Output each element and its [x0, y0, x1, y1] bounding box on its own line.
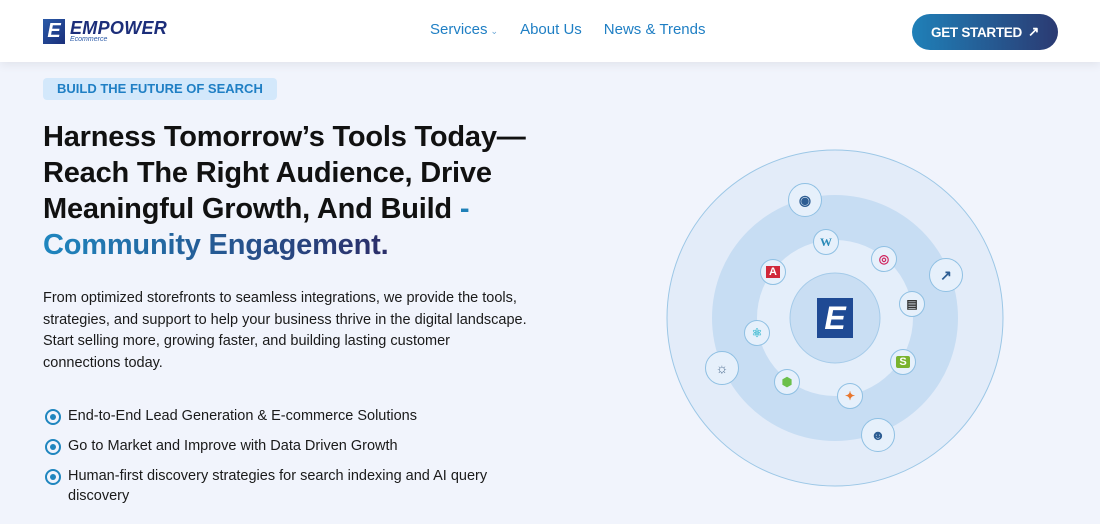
hero-description: From optimized storefronts to seamless i… [43, 288, 527, 375]
title-line: Harness Tomorrow’s Tools Today— [43, 121, 526, 153]
radio-bullet-icon [45, 439, 61, 455]
logo-name: EMPOWER [70, 18, 168, 38]
description-line: connections today. [43, 355, 163, 372]
shopify-icon: S [890, 349, 916, 375]
feature-text: Go to Market and Improve with Data Drive… [68, 438, 398, 454]
wordpress-icon: W [813, 229, 839, 255]
growth-chart-icon: ↗ [929, 258, 963, 292]
feature-list: End-to-End Lead Generation & E-commerce … [45, 406, 548, 516]
center-logo-mark: E [824, 300, 846, 336]
feature-item: End-to-End Lead Generation & E-commerce … [45, 406, 548, 426]
target-icon: ◎ [871, 246, 897, 272]
description-line: From optimized storefronts to seamless i… [43, 290, 517, 306]
description-line: Start selling more, growing faster, and … [43, 333, 451, 350]
feature-item: Human-first discovery strategies for sea… [45, 466, 548, 506]
title-line: Meaningful Growth, And Build [43, 193, 452, 225]
nav-services-label: Services [430, 21, 488, 38]
tableau-icon: ✦ [837, 383, 863, 409]
get-started-button[interactable]: GET STARTED ↗ [912, 14, 1058, 50]
people-icon: ☻ [861, 418, 895, 452]
logo-mark: E [43, 19, 65, 44]
description-line: strategies, and support to help your bus… [43, 311, 527, 328]
lightbulb-icon: ☼ [705, 351, 739, 385]
site-header: E EMPOWER Ecommerce Services ⌄ About Us N… [0, 0, 1100, 62]
hero-badge: BUILD THE FUTURE OF SEARCH [43, 78, 277, 100]
feature-text: Human-first discovery strategies for sea… [68, 468, 488, 504]
nav-services[interactable]: Services ⌄ [430, 21, 498, 38]
angular-icon: A [760, 259, 786, 285]
radio-bullet-icon [45, 469, 61, 485]
get-started-label: GET STARTED [931, 24, 1022, 40]
chevron-down-icon: ⌄ [490, 26, 499, 36]
title-highlight: Community Engagement [43, 229, 381, 261]
power-bi-icon: ▤ [899, 291, 925, 317]
logo[interactable]: E EMPOWER Ecommerce [43, 19, 167, 44]
feature-item: Go to Market and Improve with Data Drive… [45, 436, 548, 456]
title-end: . [380, 229, 389, 261]
arrow-up-right-icon: ↗ [1027, 24, 1039, 39]
hero-title: Harness Tomorrow’s Tools Today— Reach Th… [43, 119, 526, 263]
title-line: Reach The Right Audience, Drive [43, 157, 492, 189]
hand-coin-icon: ◉ [788, 183, 822, 217]
main-nav: Services ⌄ About Us News & Trends [430, 21, 706, 38]
nav-about-us[interactable]: About Us [520, 21, 582, 38]
radio-bullet-icon [45, 409, 61, 425]
react-icon: ⚛ [744, 320, 770, 346]
nav-news-trends[interactable]: News & Trends [604, 21, 706, 38]
feature-text: End-to-End Lead Generation & E-commerce … [68, 408, 417, 424]
green-app-icon: ⬢ [774, 369, 800, 395]
title-dash: - [459, 193, 470, 225]
